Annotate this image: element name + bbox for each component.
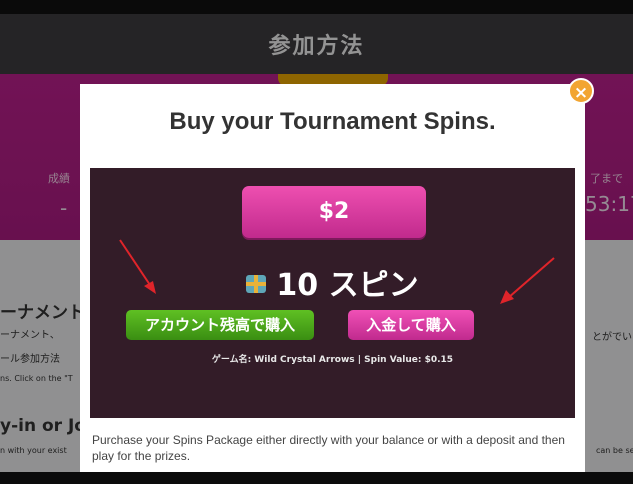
spins-package-panel: $2 10 スピン アカウント残高で購入 入金して購入 ゲーム名: Wild C… xyxy=(90,168,575,418)
modal-title: Buy your Tournament Spins. xyxy=(169,108,496,135)
close-icon[interactable]: × xyxy=(568,78,594,104)
annotation-arrow-left xyxy=(119,239,156,294)
annotation-arrows xyxy=(119,239,555,304)
modal-description: Purchase your Spins Package either direc… xyxy=(92,433,565,463)
annotation-arrow-right xyxy=(500,257,555,304)
buy-spins-modal: Buy your Tournament Spins. $2 10 スピン アカウ… xyxy=(80,84,585,472)
